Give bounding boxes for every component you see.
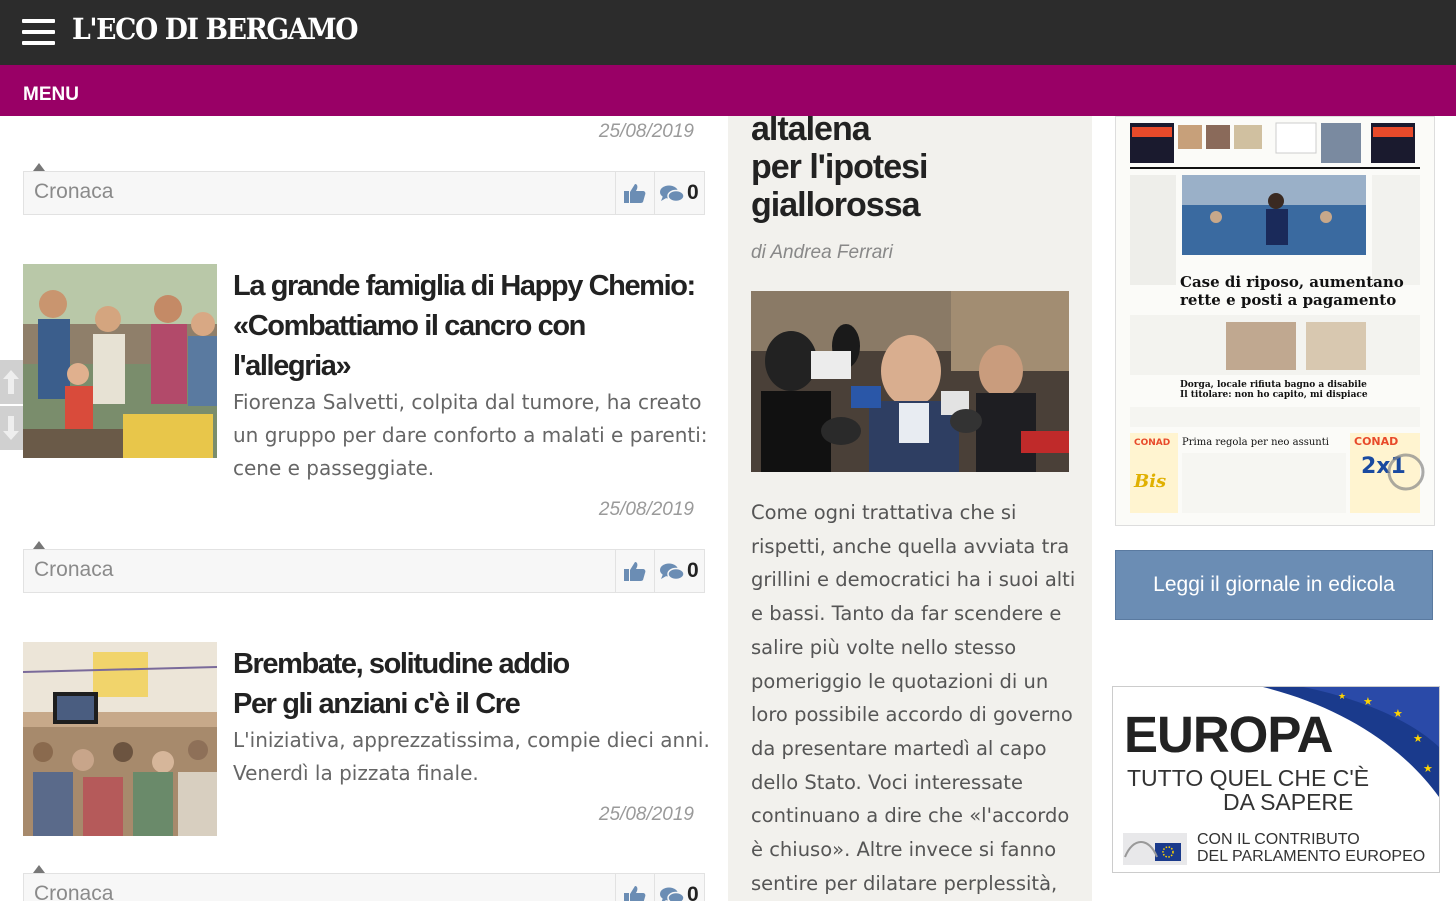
comment-count: 0 [687, 883, 699, 901]
article-thumbnail[interactable] [23, 642, 217, 836]
svg-text:★: ★ [1393, 707, 1403, 720]
sidebar: Case di riposo, aumentano rette e posti … [1092, 116, 1456, 901]
top-bar: L'ECO DI BERGAMO [0, 0, 1456, 65]
svg-text:rette e posti a pagamento: rette e posti a pagamento [1180, 291, 1396, 309]
category-link[interactable]: Cronaca [34, 180, 113, 204]
like-button[interactable] [615, 874, 654, 901]
comment-count: 0 [687, 559, 699, 582]
svg-text:Prima regola per neo assunti: Prima regola per neo assunti [1182, 437, 1329, 448]
comments-button[interactable]: 0 [654, 550, 705, 592]
article-date: 25/08/2019 [598, 804, 694, 825]
thumbs-up-icon [624, 886, 646, 901]
ad-subtitle: TUTTO QUEL CHE C'È [1127, 765, 1370, 791]
arrow-down-icon [3, 416, 19, 440]
thumbs-up-icon [624, 184, 646, 203]
comments-button[interactable]: 0 [654, 172, 705, 214]
scroll-up-button[interactable] [0, 360, 23, 404]
like-button[interactable] [615, 172, 654, 214]
svg-text:Case di riposo, aumentano: Case di riposo, aumentano [1180, 273, 1404, 291]
category-link[interactable]: Cronaca [34, 882, 113, 901]
article-title[interactable]: Brembate, solitudine addio Per gli anzia… [233, 644, 708, 724]
category-bar: Cronaca 0 [23, 541, 705, 593]
comments-icon [660, 563, 684, 581]
svg-text:CONAD: CONAD [1354, 435, 1398, 448]
article-date: 25/08/2019 [598, 499, 694, 520]
article-thumbnail[interactable] [23, 264, 217, 458]
ad-credit: CON IL CONTRIBUTO DEL PARLAMENTO EUROPEO [1197, 831, 1426, 865]
article-title[interactable]: La grande famiglia di Happy Chemio: «Com… [233, 266, 708, 386]
article-date: 25/08/2019 [598, 121, 694, 142]
ad-title: EUROPA [1124, 706, 1333, 763]
svg-text:Dorga, locale rifiuta bagno a: Dorga, locale rifiuta bagno a disabile [1180, 380, 1367, 390]
featured-image[interactable] [751, 291, 1069, 472]
category-bar: Cronaca 0 [23, 163, 705, 215]
newspaper-cover[interactable]: Case di riposo, aumentano rette e posti … [1115, 116, 1435, 526]
category-bar: Cronaca 0 [23, 865, 705, 901]
europa-ad-banner[interactable]: ★ ★ ★ ★ ★ EUROPA TUTTO QUEL CHE C'È DA S… [1112, 686, 1440, 873]
menu-button[interactable]: MENU [23, 84, 79, 106]
like-button[interactable] [615, 550, 654, 592]
caret-up-icon [33, 163, 45, 171]
comment-count: 0 [687, 181, 699, 204]
category-link[interactable]: Cronaca [34, 558, 113, 582]
caret-up-icon [33, 865, 45, 873]
scroll-arrows [0, 360, 23, 450]
article-list: 25/08/2019 Cronaca 0 La grande famiglia … [0, 116, 728, 901]
svg-text:CONAD: CONAD [1134, 438, 1170, 448]
comments-icon [660, 185, 684, 203]
featured-article: altalena per l'ipotesi giallorossa di An… [728, 116, 1092, 901]
featured-headline[interactable]: altalena per l'ipotesi giallorossa [751, 116, 1081, 224]
site-logo[interactable]: L'ECO DI BERGAMO [72, 12, 359, 46]
article-author: di Andrea Ferrari [751, 242, 893, 263]
svg-text:★: ★ [1363, 695, 1373, 708]
comments-button[interactable]: 0 [654, 874, 705, 901]
svg-text:★: ★ [1338, 692, 1346, 702]
svg-text:★: ★ [1413, 732, 1423, 745]
article-summary: Fiorenza Salvetti, colpita dal tumore, h… [233, 390, 708, 480]
arrow-up-icon [3, 370, 19, 394]
menu-bar [0, 65, 1456, 116]
svg-text:★: ★ [1423, 762, 1433, 775]
svg-text:Bis: Bis [1133, 471, 1166, 492]
caret-up-icon [33, 541, 45, 549]
hamburger-menu-icon[interactable] [22, 18, 55, 46]
read-newspaper-button[interactable]: Leggi il giornale in edicola [1115, 550, 1433, 620]
comments-icon [660, 887, 684, 901]
thumbs-up-icon [624, 562, 646, 581]
article-body: Come ogni trattativa che si rispetti, an… [751, 501, 1076, 895]
svg-text:Il titolare: non ho capito, mi: Il titolare: non ho capito, mi dispiace [1180, 390, 1368, 400]
scroll-down-button[interactable] [0, 406, 23, 450]
ad-subtitle: DA SAPERE [1223, 789, 1354, 815]
article-summary: L'iniziativa, apprezzatissima, compie di… [233, 728, 710, 785]
